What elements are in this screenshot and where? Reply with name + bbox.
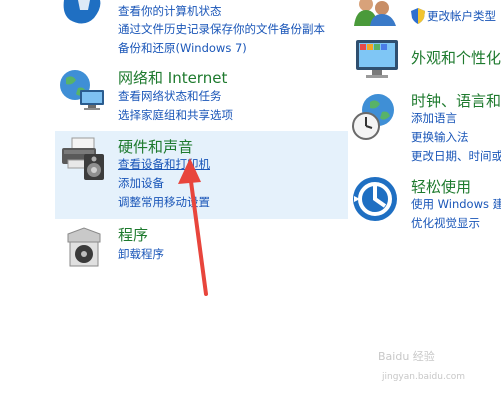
baidu-watermark-logo: Baidu 经验 xyxy=(378,350,435,363)
annotation-arrow xyxy=(178,158,208,296)
baidu-watermark-url: jingyan.baidu.com xyxy=(382,372,466,382)
